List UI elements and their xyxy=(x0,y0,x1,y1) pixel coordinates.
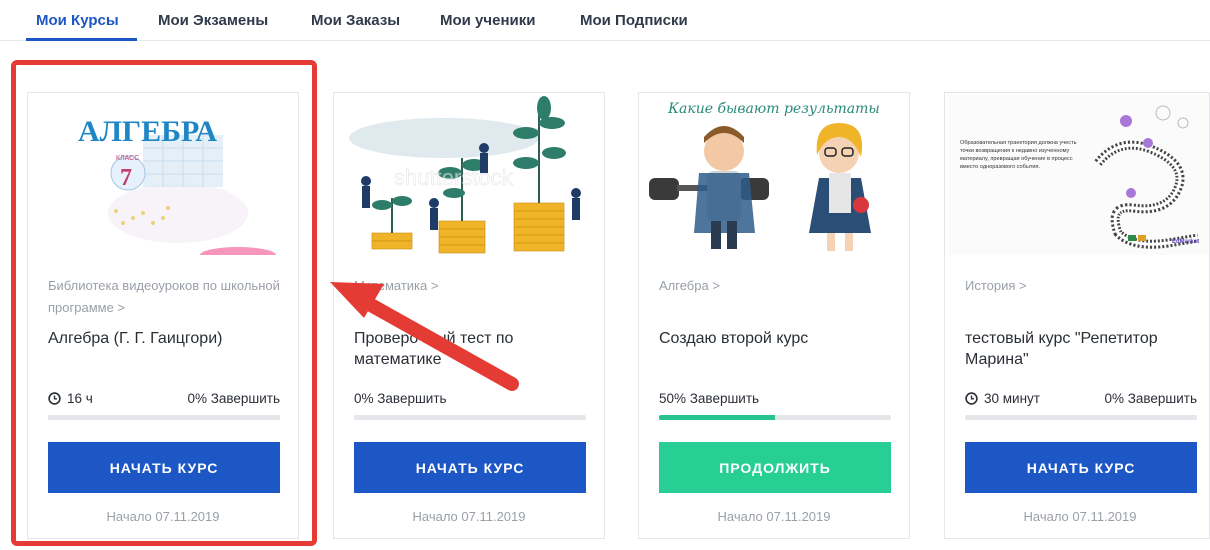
course-card-algebra[interactable]: АЛГЕБРА КЛАСС 7 Библиотека видеоуроков п… xyxy=(27,92,299,539)
duration-text: 16 ч xyxy=(67,391,93,406)
progress-row: 0% Завершить xyxy=(354,391,586,409)
start-course-button[interactable]: НАЧАТЬ КУРС xyxy=(965,442,1197,493)
tab-my-subscriptions[interactable]: Мои Подписки xyxy=(580,12,688,29)
course-title[interactable]: Алгебра (Г. Г. Гаицгори) xyxy=(48,328,288,349)
progress-bar xyxy=(965,415,1197,420)
course-thumbnail[interactable]: shutterstock xyxy=(334,93,604,255)
course-card-second-course[interactable]: Какие бывают результаты Алгебра > Создаю… xyxy=(638,92,910,539)
progress-label: 0% Завершить xyxy=(354,391,447,406)
start-date: Начало 07.11.2019 xyxy=(412,509,526,524)
start-course-button[interactable]: НАЧАТЬ КУРС xyxy=(48,442,280,493)
course-card-math-test[interactable]: shutterstock Математика > Проверочный те… xyxy=(333,92,605,539)
course-category[interactable]: Математика > xyxy=(354,275,586,297)
cover-caption: Образовательная траектория должна учесть… xyxy=(960,140,1077,170)
course-category[interactable]: Алгебра > xyxy=(659,275,891,297)
algebra-cover-image: АЛГЕБРА КЛАСС 7 xyxy=(28,93,298,255)
course-thumbnail[interactable]: Какие бывают результаты xyxy=(639,93,909,255)
cover-grade-number: 7 xyxy=(120,165,132,191)
course-card-tutor-marina[interactable]: Образовательная траектория должна учесть… xyxy=(944,92,1210,539)
learning-path-image: Образовательная траектория должна учесть… xyxy=(948,93,1209,255)
progress-bar xyxy=(659,415,891,420)
progress-bar xyxy=(48,415,280,420)
duration: 30 минут xyxy=(965,391,1040,406)
active-tab-indicator xyxy=(26,38,137,41)
start-date: Начало 07.11.2019 xyxy=(1023,509,1137,524)
progress-label: 50% Завершить xyxy=(659,391,760,406)
tab-my-students[interactable]: Мои ученики xyxy=(440,12,535,29)
tab-my-courses[interactable]: Мои Курсы xyxy=(36,12,119,29)
start-date: Начало 07.11.2019 xyxy=(717,509,831,524)
progress-label: 0% Завершить xyxy=(1104,391,1197,406)
duration-text: 30 минут xyxy=(984,391,1040,406)
course-title[interactable]: Создаю второй курс xyxy=(659,328,899,349)
tab-my-exams[interactable]: Мои Экзамены xyxy=(158,12,268,29)
progress-bar xyxy=(354,415,586,420)
tab-bar: Мои Курсы Мои Экзамены Мои Заказы Мои уч… xyxy=(0,0,1210,41)
course-title[interactable]: Проверочный тест по математике xyxy=(354,328,594,370)
course-thumbnail[interactable]: Образовательная траектория должна учесть… xyxy=(945,93,1209,255)
cover-grade-label: КЛАСС xyxy=(116,155,139,162)
brand-label: EdMarket xyxy=(1172,239,1199,245)
continue-course-button[interactable]: ПРОДОЛЖИТЬ xyxy=(659,442,891,493)
progress-fill xyxy=(659,415,775,420)
progress-label: 0% Завершить xyxy=(187,391,280,406)
plants-coins-image: shutterstock xyxy=(334,93,604,255)
course-title[interactable]: тестовый курс "Репетитор Марина" xyxy=(965,328,1195,370)
course-category[interactable]: Библиотека видеоуроков по школьной прогр… xyxy=(48,275,280,319)
course-category[interactable]: История > xyxy=(965,275,1197,297)
duration: 16 ч xyxy=(48,391,93,406)
cover-title: АЛГЕБРА xyxy=(78,115,217,148)
course-thumbnail[interactable]: АЛГЕБРА КЛАСС 7 xyxy=(28,93,298,255)
results-cartoon-image: Какие бывают результаты xyxy=(639,93,909,255)
progress-row: 50% Завершить xyxy=(659,391,891,409)
clock-icon xyxy=(965,392,978,405)
start-date: Начало 07.11.2019 xyxy=(106,509,220,524)
cover-heading: Какие бывают результаты xyxy=(667,101,880,117)
clock-icon xyxy=(48,392,61,405)
watermark-text: shutterstock xyxy=(394,165,514,190)
start-course-button[interactable]: НАЧАТЬ КУРС xyxy=(354,442,586,493)
page: Мои Курсы Мои Экзамены Мои Заказы Мои уч… xyxy=(0,0,1210,550)
progress-row: 16 ч 0% Завершить xyxy=(48,391,280,409)
progress-row: 30 минут 0% Завершить xyxy=(965,391,1197,409)
tab-my-orders[interactable]: Мои Заказы xyxy=(311,12,400,29)
